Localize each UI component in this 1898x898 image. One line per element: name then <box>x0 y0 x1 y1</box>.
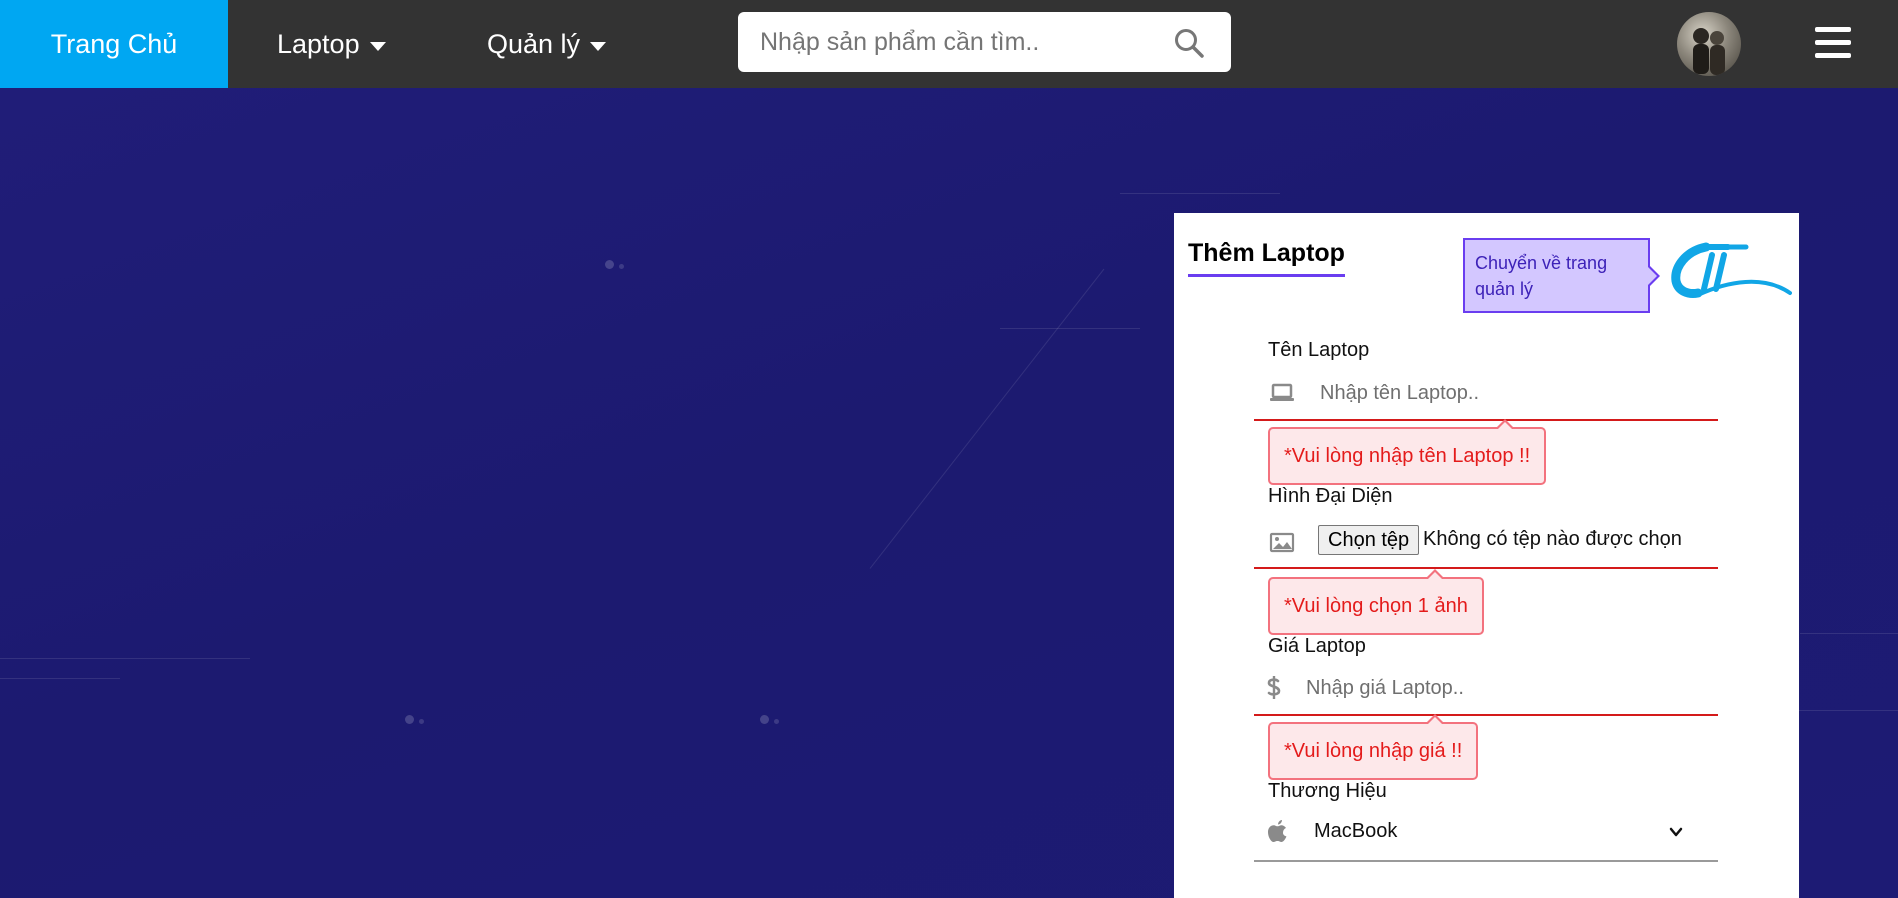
back-to-manage-tooltip[interactable]: Chuyển về trang quản lý <box>1463 238 1660 313</box>
price-error: *Vui lòng nhập giá !! <box>1268 714 1479 780</box>
add-laptop-card: Thêm Laptop Chuyển về trang quản lý Tên … <box>1174 213 1799 898</box>
apple-icon <box>1268 820 1287 842</box>
hamburger-menu-icon[interactable] <box>1815 27 1851 59</box>
nav-home-link[interactable]: Trang Chủ <box>0 0 228 88</box>
nav-manage-label: Quản lý <box>487 28 581 59</box>
search-input[interactable] <box>760 12 1160 72</box>
caret-down-icon <box>590 41 607 51</box>
laptop-name-field <box>1254 365 1718 421</box>
user-avatar[interactable] <box>1677 12 1741 76</box>
nav-manage-dropdown[interactable]: Quản lý <box>487 0 607 88</box>
laptop-icon <box>1270 383 1294 401</box>
image-field: Chọn tệp Không có tệp nào được chọn <box>1254 513 1718 569</box>
laptop-name-error: *Vui lòng nhập tên Laptop !! <box>1268 419 1547 485</box>
search-icon[interactable] <box>1173 27 1205 59</box>
laptop-name-input[interactable] <box>1320 373 1700 413</box>
chevron-down-icon <box>1669 827 1683 837</box>
file-status-text: Không có tệp nào được chọn <box>1423 528 1682 550</box>
choose-file-button[interactable]: Chọn tệp <box>1318 525 1420 555</box>
laptop-name-label: Tên Laptop <box>1268 339 1370 361</box>
price-field <box>1254 660 1718 716</box>
dollar-icon <box>1267 676 1281 699</box>
image-label: Hình Đại Diện <box>1268 485 1393 507</box>
brand-selected-value: MacBook <box>1314 820 1398 842</box>
brand-logo <box>1671 242 1792 298</box>
image-error: *Vui lòng chọn 1 ảnh <box>1268 569 1484 635</box>
nav-home-label: Trang Chủ <box>50 28 178 59</box>
page-title: Thêm Laptop <box>1188 239 1345 277</box>
nav-laptop-label: Laptop <box>277 28 360 59</box>
image-icon <box>1269 532 1295 553</box>
nav-laptop-dropdown[interactable]: Laptop <box>277 0 386 88</box>
price-input[interactable] <box>1306 668 1686 708</box>
price-label: Giá Laptop <box>1268 635 1366 657</box>
caret-down-icon <box>369 41 386 51</box>
top-navbar: Trang Chủ Laptop Quản lý <box>0 0 1898 88</box>
search-box <box>738 12 1231 72</box>
brand-select[interactable]: MacBook <box>1254 806 1718 862</box>
brand-label: Thương Hiệu <box>1268 780 1387 802</box>
